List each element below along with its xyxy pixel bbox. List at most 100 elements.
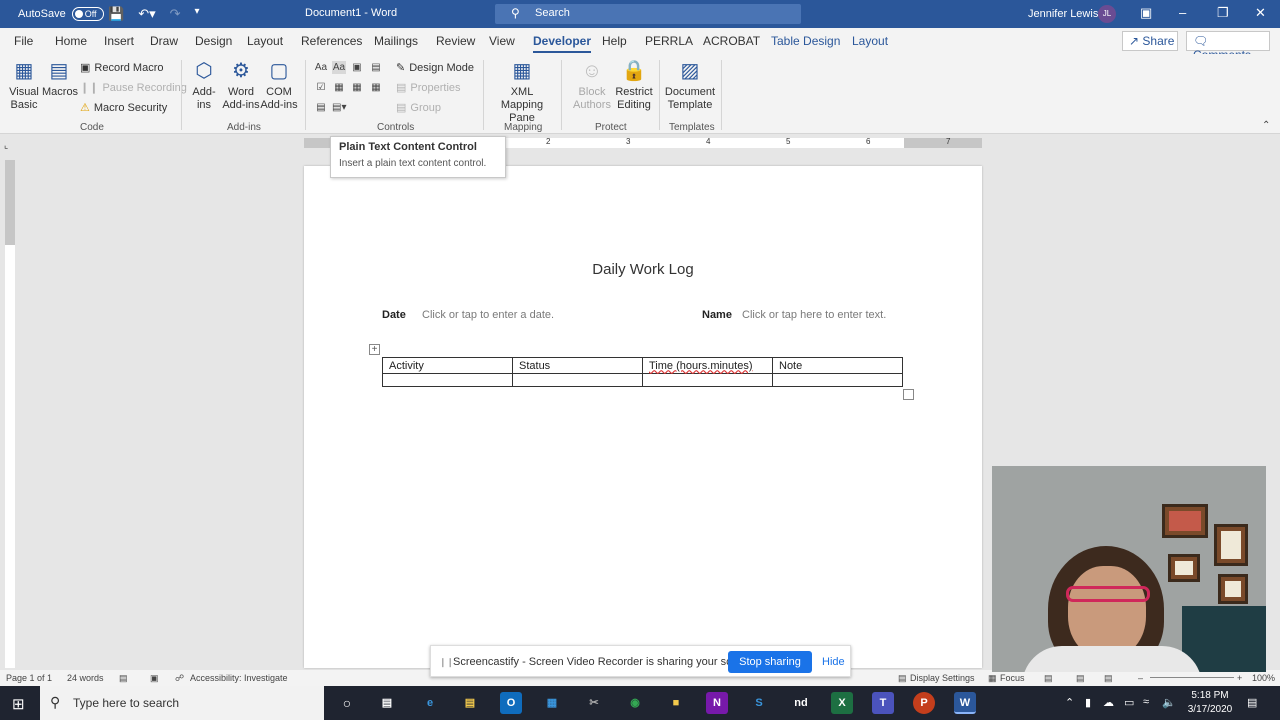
tab-insert[interactable]: Insert <box>104 34 134 48</box>
com-addins-button[interactable]: ▢ COM Add-ins <box>260 58 298 112</box>
tab-review[interactable]: Review <box>436 34 475 48</box>
tab-selector-icon[interactable]: ⌞ <box>4 140 15 150</box>
table-cell[interactable] <box>512 373 643 387</box>
stop-sharing-button[interactable]: Stop sharing <box>728 651 812 673</box>
outlook-icon[interactable]: O <box>500 692 522 714</box>
pause-recording-button[interactable]: ❙❙ Pause Recording <box>80 81 187 95</box>
ribbon-display-options-icon[interactable]: ▣ <box>1140 5 1152 21</box>
tab-help[interactable]: Help <box>602 34 627 48</box>
onedrive-icon[interactable]: ☁ <box>1103 696 1114 709</box>
save-icon[interactable]: 💾 <box>108 6 124 22</box>
tab-table-layout[interactable]: Layout <box>852 34 888 48</box>
excel-icon[interactable]: X <box>831 692 853 714</box>
macro-security-button[interactable]: ⚠ Macro Security <box>80 101 167 115</box>
restrict-editing-button[interactable]: 🔒 Restrict Editing <box>614 58 654 112</box>
word-addins-button[interactable]: ⚙ Word Add-ins <box>222 58 260 112</box>
redo-icon[interactable]: ↷ <box>170 6 181 22</box>
teams-icon[interactable]: T <box>872 692 894 714</box>
tab-layout[interactable]: Layout <box>247 34 283 48</box>
skype-icon[interactable]: S <box>748 692 770 714</box>
table-resize-handle[interactable] <box>903 389 914 400</box>
header-cell-note[interactable]: Note <box>772 357 903 374</box>
display-settings-icon[interactable]: ▤ <box>898 673 907 684</box>
proofing-icon[interactable]: ▤ <box>119 673 128 684</box>
table-move-handle-icon[interactable]: + <box>369 344 380 355</box>
header-cell-status[interactable]: Status <box>512 357 643 374</box>
table-cell[interactable] <box>642 373 773 387</box>
header-cell-time[interactable]: Time (hours.minutes) <box>642 357 773 374</box>
tab-perrla[interactable]: PERRLA <box>645 34 693 48</box>
group-button[interactable]: ▤ Group <box>396 101 441 115</box>
chrome-icon[interactable]: ◉ <box>624 692 646 714</box>
tab-file[interactable]: File <box>14 34 33 48</box>
volume-icon[interactable]: 🔈 <box>1162 696 1176 709</box>
autosave-control[interactable]: AutoSave Off <box>18 7 104 21</box>
notifications-icon[interactable]: ▤ <box>1247 696 1257 709</box>
xml-mapping-pane-button[interactable]: ▦ XML Mapping Pane <box>489 58 555 125</box>
combo-box-control-icon[interactable]: ▦ <box>332 81 346 94</box>
record-macro-button[interactable]: ▣ Record Macro <box>80 61 163 75</box>
macros-button[interactable]: ▤ Macros <box>42 58 78 99</box>
nd-app-icon[interactable]: nd <box>790 692 812 714</box>
onenote-icon[interactable]: N <box>706 692 728 714</box>
usb-icon[interactable]: ▮ <box>1085 696 1091 709</box>
header-cell-activity[interactable]: Activity <box>382 357 513 374</box>
table-cell[interactable] <box>772 373 903 387</box>
collapse-ribbon-icon[interactable]: ⌃ <box>1262 120 1270 131</box>
taskbar-search[interactable]: ⚲ Type here to search <box>40 686 324 720</box>
drag-handle-icon[interactable]: ❙❙ <box>439 657 454 668</box>
macro-record-icon[interactable]: ▣ <box>150 673 159 684</box>
customize-toolbar-icon[interactable]: ▾ <box>195 6 200 22</box>
avatar[interactable]: JL <box>1098 5 1116 23</box>
tab-mailings[interactable]: Mailings <box>374 34 418 48</box>
date-picker-control-icon[interactable]: ▦ <box>369 81 383 94</box>
cortana-icon[interactable]: ○ <box>336 692 358 714</box>
properties-button[interactable]: ▤ Properties <box>396 81 461 95</box>
display-settings[interactable]: Display Settings <box>910 673 975 683</box>
focus-icon[interactable]: ▦ <box>988 673 997 684</box>
building-block-control-icon[interactable]: ▤ <box>369 61 383 74</box>
file-explorer-icon[interactable]: ▤ <box>459 692 481 714</box>
accessibility-status[interactable]: Accessibility: Investigate <box>190 673 288 683</box>
comments-button[interactable]: 🗨 Comments <box>1186 31 1270 62</box>
table-cell[interactable] <box>382 373 513 387</box>
dropdown-list-control-icon[interactable]: ▦ <box>350 81 364 94</box>
tab-home[interactable]: Home <box>55 34 87 48</box>
rich-text-control-icon[interactable]: Aa <box>314 61 328 74</box>
word-icon[interactable]: W <box>954 692 976 714</box>
focus-mode[interactable]: Focus <box>1000 673 1025 683</box>
edge-icon[interactable]: e <box>419 692 441 714</box>
system-clock[interactable]: 5:18 PM 3/17/2020 <box>1180 689 1240 717</box>
work-log-table[interactable]: Activity Status Time (hours.minutes) Not… <box>382 357 903 387</box>
vertical-ruler[interactable] <box>5 160 15 668</box>
share-button[interactable]: ↗ Share <box>1122 31 1178 51</box>
windows-start-icon[interactable]: ⊞ <box>12 695 25 713</box>
tab-table-design[interactable]: Table Design <box>771 34 840 48</box>
close-icon[interactable]: ✕ <box>1255 5 1266 21</box>
tab-acrobat[interactable]: ACROBAT <box>703 34 760 48</box>
page-count[interactable]: Page 1 of 1 <box>6 673 52 683</box>
tab-view[interactable]: View <box>489 34 515 48</box>
battery-icon[interactable]: ▭ <box>1124 696 1134 709</box>
word-count[interactable]: 24 words <box>67 673 104 683</box>
design-mode-button[interactable]: ✎ Design Mode <box>396 61 474 75</box>
document-template-button[interactable]: ▨ Document Template <box>664 58 716 112</box>
minimize-icon[interactable]: – <box>1179 5 1186 20</box>
tab-references[interactable]: References <box>301 34 362 48</box>
tab-design[interactable]: Design <box>195 34 232 48</box>
sticky-notes-icon[interactable]: ■ <box>665 692 687 714</box>
tab-draw[interactable]: Draw <box>150 34 178 48</box>
task-view-icon[interactable]: ▤ <box>376 692 398 714</box>
block-authors-button[interactable]: ☺ Block Authors <box>566 58 618 112</box>
legacy-tools-icon[interactable]: ▤▾ <box>332 101 346 114</box>
maximize-icon[interactable]: ❐ <box>1217 5 1229 21</box>
zoom-out-icon[interactable]: – <box>1138 673 1143 683</box>
read-mode-icon[interactable]: ▤ <box>1044 673 1053 684</box>
store-icon[interactable]: ▦ <box>541 692 563 714</box>
hide-button[interactable]: Hide <box>822 656 845 668</box>
repeating-section-control-icon[interactable]: ▤ <box>314 101 328 114</box>
wifi-icon[interactable]: ≈ <box>1143 696 1149 708</box>
web-layout-icon[interactable]: ▤ <box>1104 673 1113 684</box>
zoom-level[interactable]: 100% <box>1252 673 1275 683</box>
date-picker-field[interactable]: Click or tap to enter a date. <box>422 309 554 321</box>
